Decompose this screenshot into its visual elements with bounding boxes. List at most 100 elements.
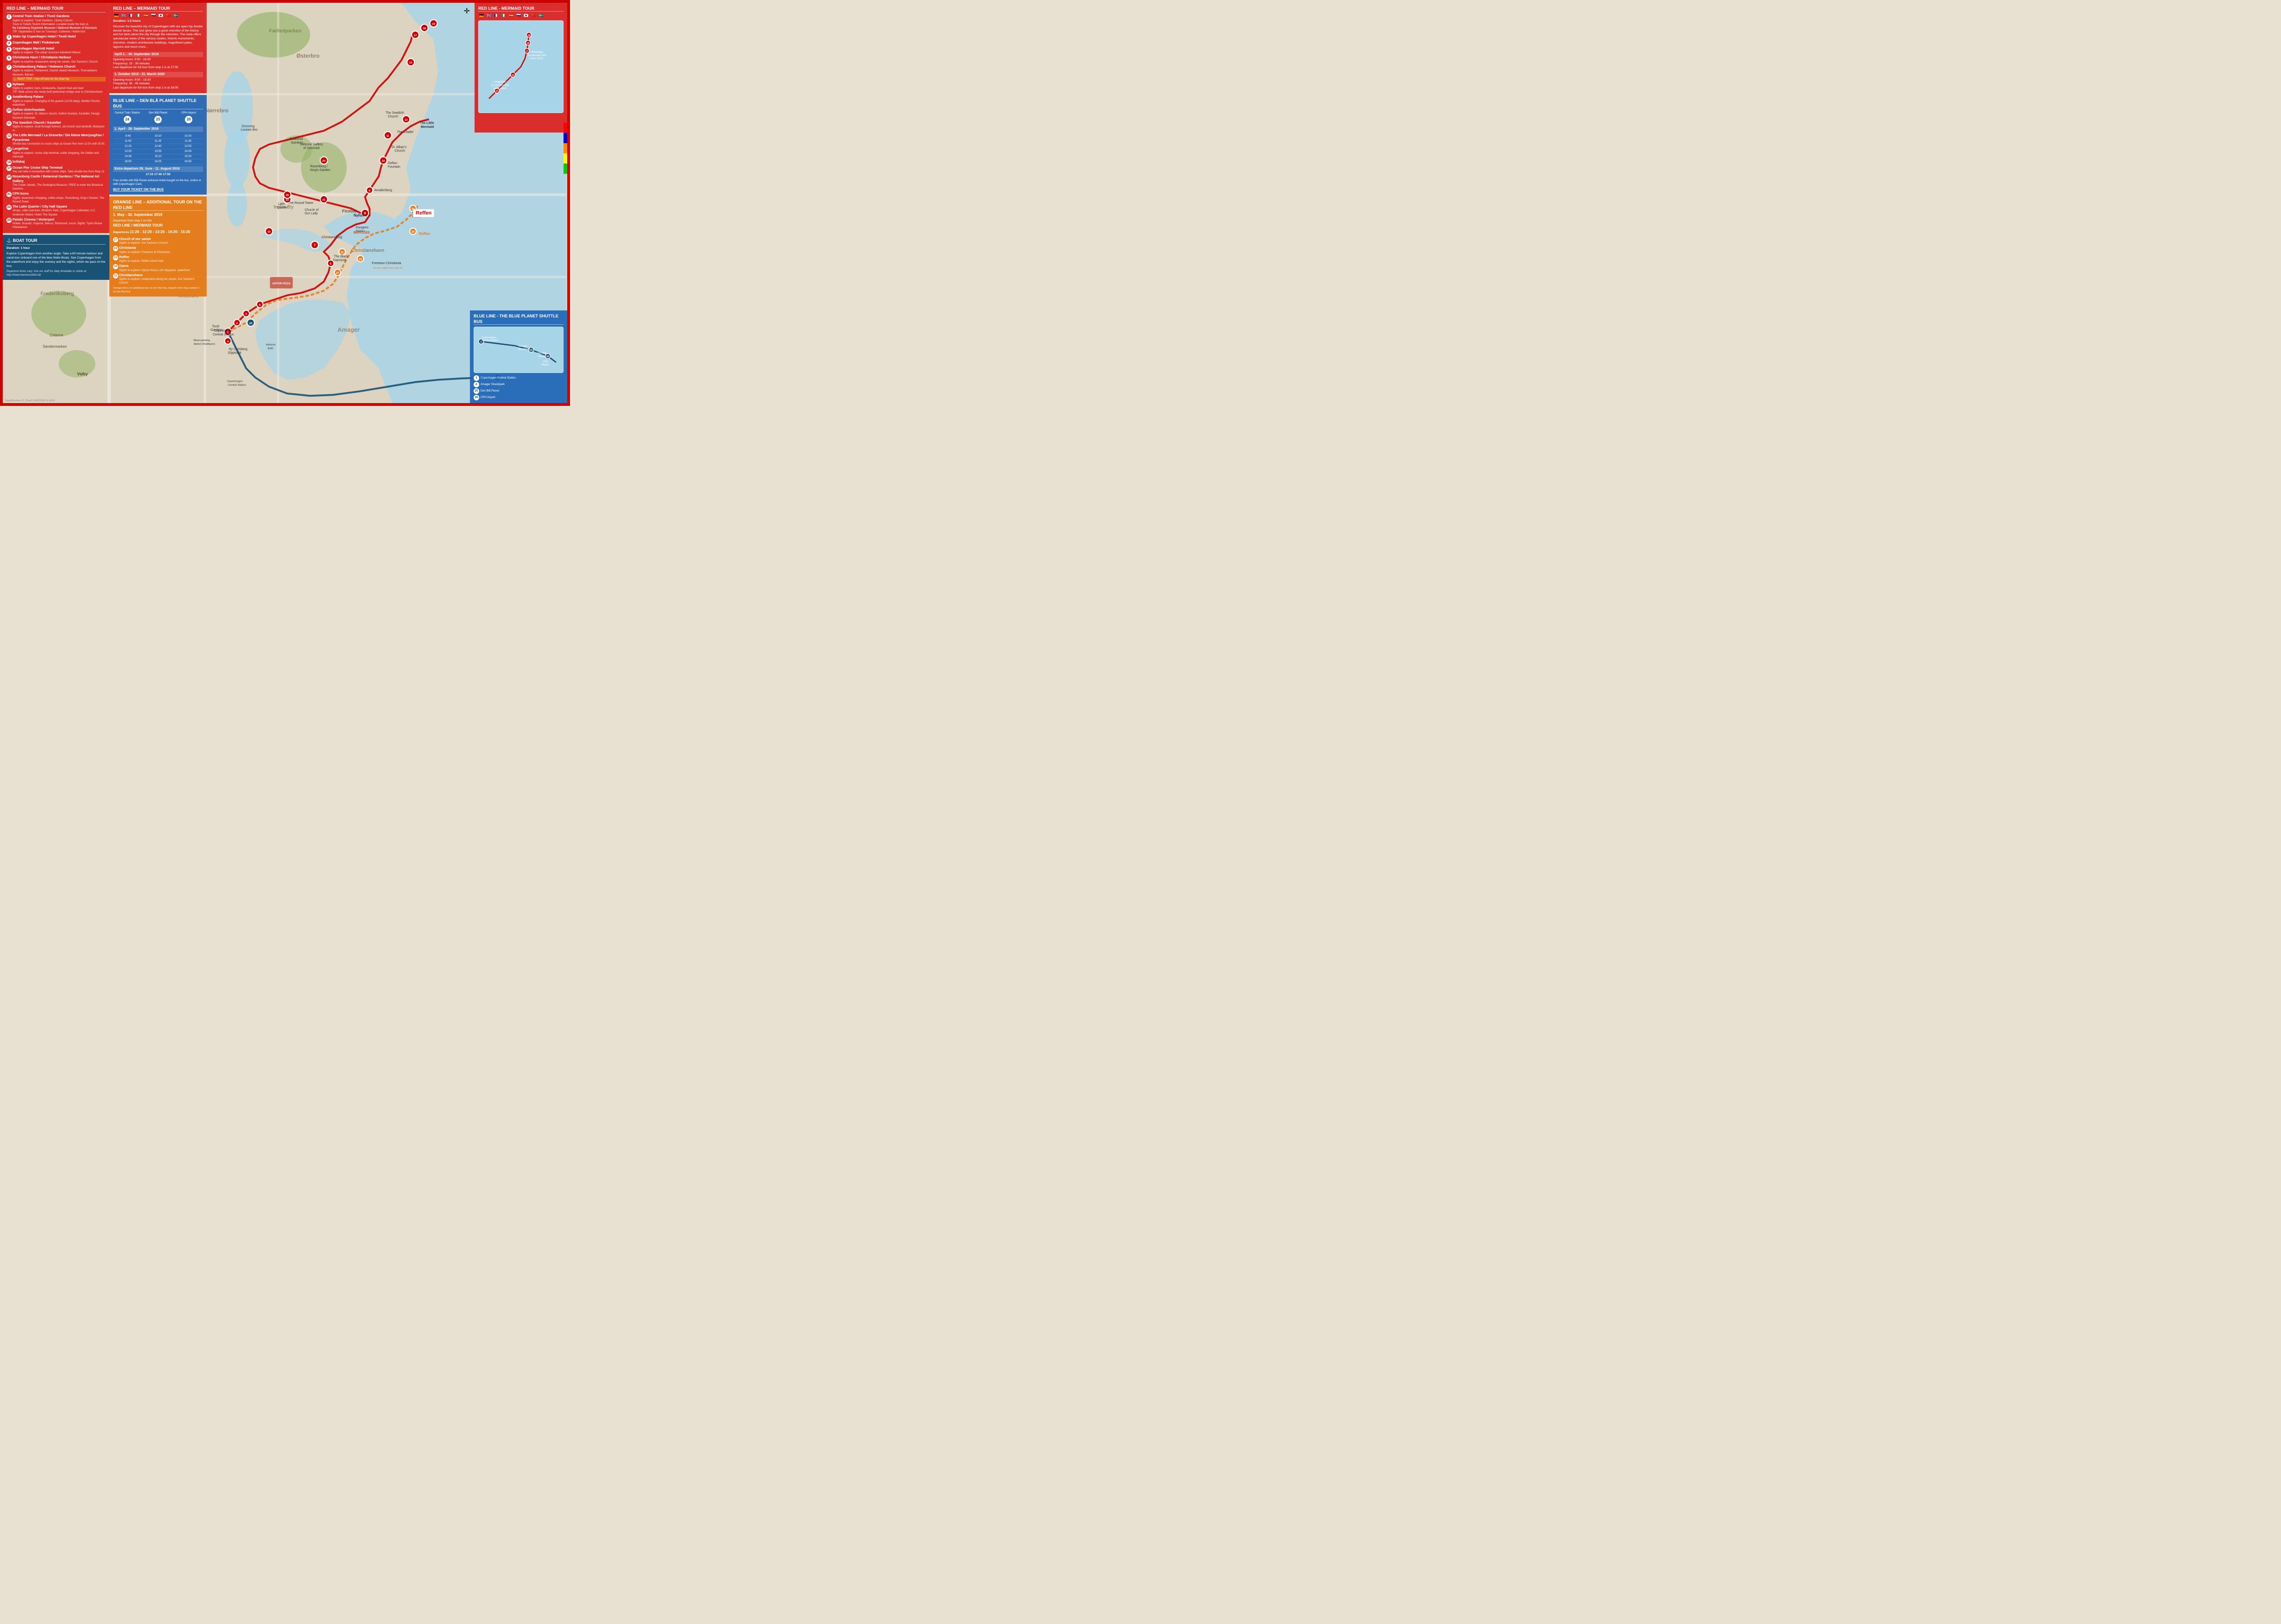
- blue-season-heading: 1. April - 29. September 2019: [113, 126, 203, 132]
- svg-text:Latin: Latin: [278, 202, 285, 206]
- svg-text:Diamond: Diamond: [333, 259, 346, 262]
- svg-text:Nørrebro: Nørrebro: [205, 107, 228, 114]
- stop-text-8: Nyhavn Sights to explore: bars, restaura…: [13, 82, 106, 95]
- svg-text:13: 13: [496, 90, 499, 93]
- svg-text:CPH: CPH: [543, 360, 548, 363]
- bottom-right-panel: BLUE LINE - THE BLUE PLANET SHUTTLE BUS …: [470, 310, 567, 403]
- stop-text-10: Gefion Unterfountain Sights to explore: …: [13, 108, 106, 120]
- stop-text-3: Wake Up Copenhagen Hotel / Tivoli Hotel: [13, 35, 106, 39]
- svg-text:Christiansborg: Christiansborg: [322, 236, 342, 239]
- stop-number-20: 20: [6, 175, 12, 180]
- svg-text:Dronning: Dronning: [241, 125, 254, 128]
- top-right-heading: RED LINE - MERMAID TOUR: [478, 6, 564, 12]
- stop-number-3: 3: [6, 35, 12, 40]
- orange-note: Orange line is an additional tour on the…: [113, 287, 203, 294]
- blue-extra-heading: Extra departure 29. June - 11. August 20…: [113, 166, 203, 171]
- svg-text:Ny Carlsberg: Ny Carlsberg: [229, 348, 247, 351]
- stop-text-25: Palads Cinema / Vesterport Hotels: Scand…: [13, 218, 106, 230]
- orange-stops-list: 27 Church of our savior Sights to explor…: [113, 237, 203, 285]
- svg-text:Kongens: Kongens: [356, 226, 369, 229]
- svg-text:(5 min walk from stop 6): (5 min walk from stop 6): [373, 267, 402, 270]
- orange-departure-from: Departure from stop 1 on the: [113, 219, 203, 223]
- svg-text:17: 17: [526, 50, 528, 53]
- svg-text:The Black: The Black: [334, 255, 348, 258]
- color-bar-green: [564, 164, 567, 174]
- season2-freq: Frequency: 30 - 45 minutes: [113, 82, 203, 86]
- stop-item-25: 25 Palads Cinema / Vesterport Hotels: Sc…: [6, 218, 106, 230]
- svg-text:Gardens: Gardens: [291, 141, 304, 145]
- outer-border: 1 2 3 4 5 6 7 8 9 10 11 12 13: [0, 0, 570, 406]
- stop-text-13: Langelinie Sights to explore: cruise shi…: [13, 147, 106, 159]
- blue-line-heading: BLUE LINE – DEN BLÅ PLANET SHUTTLE BUS: [113, 98, 203, 109]
- svg-text:29: 29: [412, 231, 415, 234]
- svg-text:Den Blå: Den Blå: [538, 352, 546, 355]
- stop-text-21: CPH Icons Sights: downtown shopping, cof…: [13, 192, 106, 204]
- orange-departures-label: Departures 11:20 - 12:20 - 13:20 - 14:20…: [113, 230, 203, 235]
- svg-text:Meat packing: Meat packing: [194, 339, 210, 342]
- svg-text:12: 12: [405, 119, 408, 121]
- svg-text:Central Station: Central Station: [213, 333, 234, 336]
- stop-item-4: 4 Copenhagen Mall / Fisketorvet: [6, 41, 106, 46]
- stop-number-25: 25: [6, 218, 12, 223]
- svg-text:20: 20: [323, 160, 326, 163]
- svg-text:Airport: Airport: [542, 363, 549, 366]
- left-info-panel: RED LINE – MERMAID TOUR 1 Central Train …: [3, 3, 109, 403]
- schedule-row-2: 11:0011:2511:35: [113, 139, 203, 144]
- svg-text:King's Garden: King's Garden: [310, 169, 330, 172]
- svg-text:Freetown Christiania: Freetown Christiania: [372, 262, 401, 265]
- svg-text:Planet: Planet: [539, 355, 546, 358]
- svg-text:18: 18: [527, 42, 530, 45]
- color-bar-blue: [564, 133, 567, 143]
- svg-text:Church: Church: [395, 150, 405, 153]
- season2-last: Last departure for full tour from stop 1…: [113, 86, 203, 90]
- boat-tour-note: Departure times vary: Ask our staff for …: [6, 270, 106, 277]
- stop-number-1: 1: [6, 14, 12, 19]
- stop-den-bla-label: Den Blå Planet 25: [144, 111, 172, 124]
- bottom-right-heading: BLUE LINE - THE BLUE PLANET SHUTTLE BUS: [474, 313, 564, 325]
- blue-line-panel: BLUE LINE – DEN BLÅ PLANET SHUTTLE BUS C…: [109, 95, 207, 195]
- svg-text:Central Station: Central Station: [228, 384, 246, 387]
- svg-text:11: 11: [387, 135, 390, 138]
- svg-text:Rosenborg /: Rosenborg /: [310, 165, 328, 168]
- svg-text:Fountain: Fountain: [388, 165, 400, 169]
- season1-last: Last departure for full tour from stop 1…: [113, 66, 203, 70]
- svg-text:National Gallery: National Gallery: [300, 143, 323, 146]
- svg-text:26: 26: [546, 355, 549, 358]
- blue-line-inset-map: 1 25 26 Copenhagen Central Station Amage…: [474, 327, 564, 373]
- top-right-flags: 🇩🇪 🇬🇧 🇫🇷 🇮🇹 🇪🇸 🇷🇺 🇯🇵 🇨🇳 🇸🇪: [478, 13, 564, 18]
- svg-text:7: 7: [314, 244, 316, 247]
- season1-heading: April 1. - 30. September 2019: [113, 52, 203, 57]
- svg-text:of Denmark: of Denmark: [303, 147, 320, 150]
- boat-tour-description: Explore Copenhagen from another angle. T…: [6, 252, 106, 268]
- svg-text:27: 27: [336, 272, 339, 275]
- blue-buy: BUY YOUR TICKET ON THE BUS: [113, 188, 203, 192]
- inset-map: 13 15 17 18 19 Oceankaj (in operation wi…: [478, 20, 564, 113]
- stop-number-6: 6: [6, 56, 12, 61]
- svg-text:Oceankaj: Oceankaj: [531, 51, 543, 54]
- stop-text-5: Copenhagen Marriott Hotel Sights to expl…: [13, 47, 106, 55]
- svg-text:21: 21: [323, 199, 326, 202]
- schedule-row-1: 9:4510:1010:20: [113, 134, 203, 139]
- svg-text:19: 19: [432, 23, 435, 25]
- blue-extra-times: 17:15 17:40 17:50: [113, 173, 203, 177]
- svg-text:Harbour: Harbour: [266, 344, 276, 347]
- orange-tour-name: RED LINE / MERMAID TOUR: [113, 223, 203, 228]
- stop-cph-label: CPH Airport 26: [175, 111, 203, 124]
- svg-text:Nyhavn: Nyhavn: [354, 214, 367, 218]
- season2-heading: 1. October 2019 - 31. March 2020: [113, 72, 203, 77]
- svg-text:The Round Tower: The Round Tower: [288, 202, 314, 205]
- schedule-row-3: 12:1512:4012:50: [113, 144, 203, 149]
- compass-rose: ✛: [464, 6, 470, 16]
- color-bar-yellow: [564, 153, 567, 164]
- stop-item-7: 7 Christiansborg Palace / Holmens Church…: [6, 65, 106, 82]
- middle-info-panel: RED LINE – MERMAID TOUR 🇩🇪 🇬🇧 🇫🇷 🇮🇹 🇪🇸 🇷…: [109, 3, 207, 297]
- svg-text:Copenhagen: Copenhagen: [214, 329, 233, 333]
- svg-text:Amager: Amager: [519, 345, 527, 348]
- svg-text:Botanical: Botanical: [290, 138, 303, 141]
- svg-text:31: 31: [341, 251, 344, 254]
- color-bar-orange: [564, 143, 567, 153]
- svg-text:Quarter: Quarter: [277, 206, 288, 209]
- svg-text:Bath: Bath: [268, 348, 273, 350]
- svg-text:Reffen: Reffen: [419, 232, 431, 236]
- stop-number-16: 16: [6, 160, 12, 165]
